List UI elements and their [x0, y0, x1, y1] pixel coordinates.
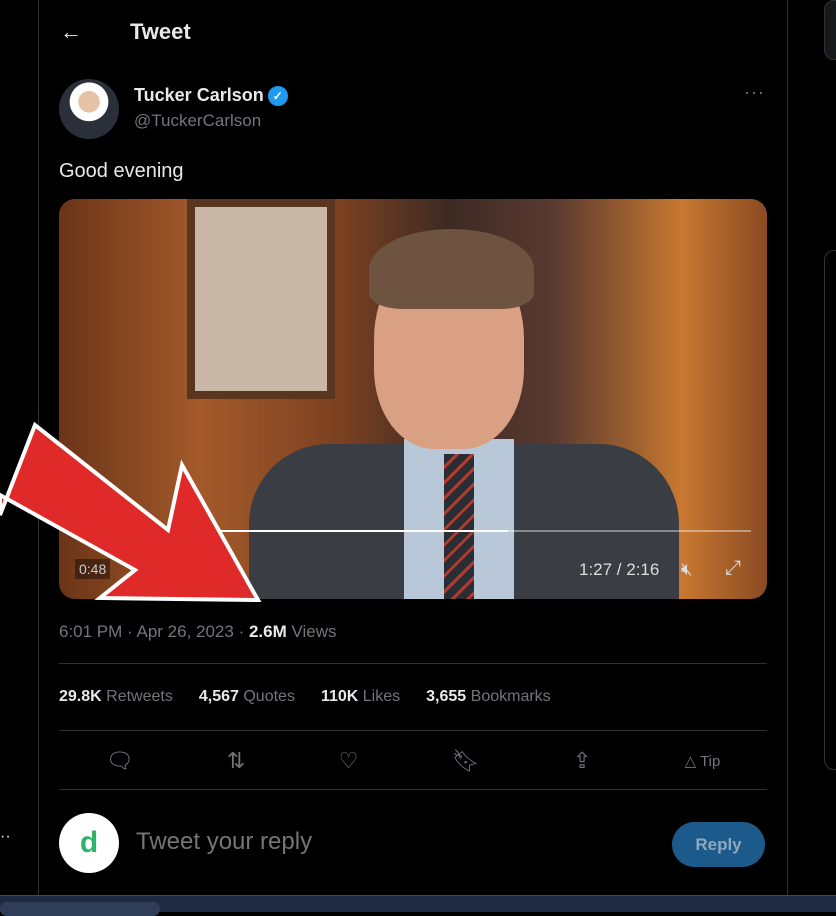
author-name[interactable]: Tucker Carlson [134, 85, 264, 106]
like-icon[interactable]: ♡ [339, 748, 359, 774]
tweet-text: Good evening [59, 160, 184, 182]
tip-button[interactable]: △ Tip [685, 752, 721, 770]
divider [59, 663, 767, 664]
stat-likes[interactable]: 110K Likes [321, 688, 400, 706]
taskbar-search[interactable] [0, 902, 160, 916]
page-title: Tweet [130, 19, 191, 44]
more-options-icon[interactable]: ··· [744, 82, 765, 103]
arrow-left-icon[interactable]: ← [60, 19, 130, 45]
muted-speaker-icon[interactable]: 🔇︎ [681, 559, 692, 580]
annotation-arrow [0, 421, 262, 603]
reply-button[interactable]: Reply [672, 822, 765, 867]
stat-retweets[interactable]: 29.8K Retweets [59, 688, 173, 706]
video-person [249, 224, 679, 599]
sidebar-search-box[interactable] [824, 0, 836, 60]
more-icon[interactable]: ·· [0, 828, 11, 846]
views-count: 2.6M [248, 622, 287, 641]
reply-input[interactable] [136, 828, 636, 856]
tweet-stats: 29.8K Retweets 4,567 Quotes 110K Likes 3… [59, 688, 551, 706]
header: ← Tweet [60, 14, 191, 50]
tweet-time[interactable]: 6:01 PM [59, 622, 122, 641]
divider [59, 789, 767, 790]
share-icon[interactable]: ⇪ [573, 748, 591, 774]
fullscreen-icon[interactable]: ⤢ [725, 557, 741, 580]
retweet-icon[interactable]: ⇅ [227, 748, 245, 774]
author-name-row[interactable]: Tucker Carlson ✓ [134, 85, 288, 106]
bookmark-icon[interactable]: 🔖︎ [452, 748, 480, 774]
author-avatar[interactable] [59, 79, 119, 139]
views-label: Views [291, 622, 337, 641]
verified-badge-icon: ✓ [267, 85, 288, 106]
tip-label: Tip [700, 753, 721, 770]
tweet-date[interactable]: Apr 26, 2023 [136, 622, 233, 641]
sidebar-panel [824, 250, 836, 770]
tweet-meta: 6:01 PM · Apr 26, 2023 · 2.6M Views [59, 622, 337, 641]
user-avatar[interactable]: d [59, 813, 119, 873]
reply-icon[interactable]: 🗨︎ [106, 748, 134, 774]
tweet-actions: 🗨︎ ⇅ ♡ 🔖︎ ⇪ △ Tip [59, 742, 767, 780]
video-time: 1:27 / 2:16 [579, 560, 660, 579]
stat-quotes[interactable]: 4,567 Quotes [199, 688, 295, 706]
tip-icon: △ [684, 753, 697, 770]
stat-bookmarks[interactable]: 3,655 Bookmarks [426, 688, 551, 706]
author-handle[interactable]: @TuckerCarlson [134, 111, 261, 131]
os-taskbar [0, 895, 836, 916]
divider [59, 730, 767, 731]
